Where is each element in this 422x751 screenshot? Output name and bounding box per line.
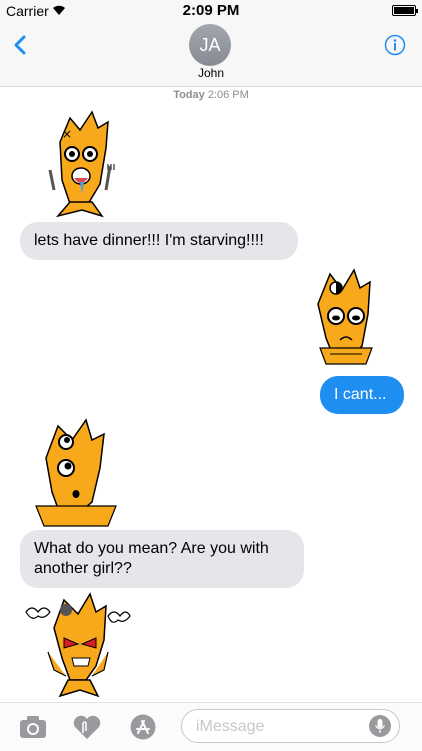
avatar-initials: JA: [199, 34, 221, 55]
chevron-left-icon[interactable]: [10, 34, 32, 56]
svg-text:×: ×: [62, 127, 72, 141]
status-bar: Carrier 2:09 PM: [0, 0, 422, 22]
imessage-placeholder: iMessage: [196, 718, 265, 735]
surprised-fish-sticker[interactable]: [30, 418, 122, 530]
conversation-timestamp: Today 2:06 PM: [0, 89, 422, 101]
message-composer: iMessage: [0, 702, 422, 751]
conversation-header: JA John: [0, 22, 422, 87]
message-bubble-incoming[interactable]: What do you mean? Are you with another g…: [20, 530, 304, 588]
hungry-fish-sticker[interactable]: ×: [40, 108, 130, 220]
camera-icon[interactable]: [18, 713, 48, 741]
avatar[interactable]: JA: [189, 24, 231, 66]
info-icon[interactable]: [384, 34, 406, 56]
status-time: 2:09 PM: [182, 2, 240, 19]
microphone-icon[interactable]: [369, 715, 391, 737]
timestamp-day: Today: [173, 89, 205, 101]
contact-name[interactable]: John: [0, 66, 422, 80]
sad-fish-sticker[interactable]: [306, 266, 386, 376]
imessage-input[interactable]: iMessage: [181, 709, 400, 743]
message-bubble-incoming[interactable]: lets have dinner!!! I'm starving!!!!: [20, 222, 298, 260]
message-bubble-outgoing[interactable]: I cant...: [320, 376, 404, 414]
app-store-icon[interactable]: [128, 713, 158, 741]
timestamp-time: 2:06 PM: [207, 89, 249, 101]
heart-touch-icon[interactable]: [72, 713, 102, 741]
battery-icon: [392, 5, 418, 16]
angry-fish-sticker[interactable]: [24, 590, 134, 700]
